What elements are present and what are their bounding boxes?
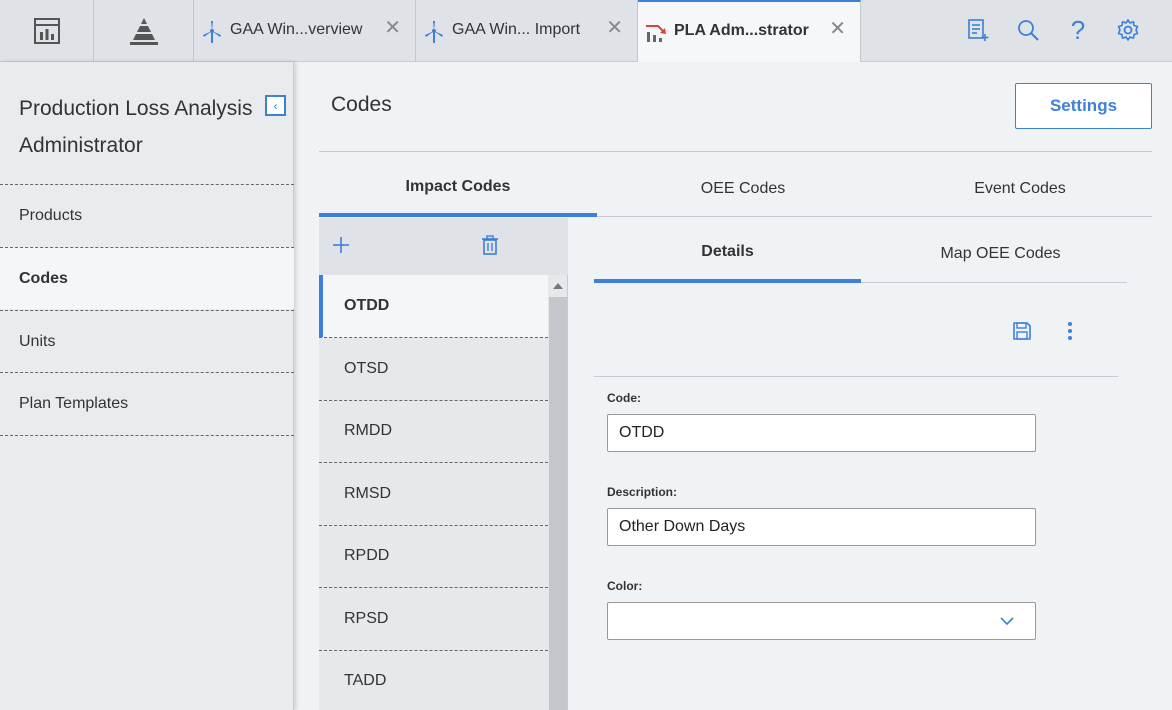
list-item[interactable]: RPDD <box>319 525 548 588</box>
tab-event-codes[interactable]: Event Codes <box>881 160 1159 217</box>
sidebar-item-label: Products <box>19 206 83 224</box>
tab-label: GAA Win...verview <box>230 21 363 38</box>
search-icon <box>1018 20 1039 41</box>
scrollbar-thumb[interactable] <box>549 297 567 710</box>
list-item[interactable]: OTSD <box>319 338 548 401</box>
list-item[interactable]: OTDD <box>319 275 548 338</box>
settings-button[interactable]: Settings <box>1015 83 1152 129</box>
chevron-left-icon: ‹ <box>273 98 278 113</box>
search-button[interactable] <box>1015 17 1041 43</box>
tab-details[interactable]: Details <box>594 225 861 283</box>
sidebar-title: Production Loss Analysis Administrator <box>19 97 253 157</box>
close-icon[interactable]: ✕ <box>829 19 846 39</box>
tab-label: GAA Win... Import <box>452 21 581 38</box>
sidebar-item-codes[interactable]: Codes <box>0 247 294 309</box>
sidebar-item-label: Codes <box>19 269 68 287</box>
tab-label: PLA Adm...strator <box>674 22 809 39</box>
settings-gear-button[interactable] <box>1115 17 1141 43</box>
list-item-label: TADD <box>344 672 387 689</box>
asset-hierarchy-button[interactable] <box>94 0 194 62</box>
production-loss-chart-icon <box>646 25 666 42</box>
checklist-add-icon <box>968 19 989 41</box>
list-item[interactable]: TADD <box>319 650 548 710</box>
list-item[interactable]: RMDD <box>319 400 548 463</box>
tab-impact-codes[interactable]: Impact Codes <box>319 160 597 217</box>
code-label: Code: <box>607 391 641 405</box>
help-icon: ? <box>1070 14 1086 45</box>
tab-map-oee-codes[interactable]: Map OEE Codes <box>867 225 1134 283</box>
list-item-label: OTSD <box>344 360 389 377</box>
sidebar: Production Loss Analysis Administrator ‹… <box>0 62 294 710</box>
details-tabs-underline <box>861 282 1127 283</box>
list-item-label: OTDD <box>344 297 390 314</box>
chevron-down-icon <box>1000 617 1014 626</box>
list-item-label: RMDD <box>344 422 392 439</box>
trash-icon[interactable] <box>481 235 499 255</box>
color-select[interactable] <box>607 602 1036 640</box>
help-button[interactable]: ? <box>1065 14 1091 45</box>
sidebar-divider <box>0 435 294 436</box>
settings-gear-icon <box>1117 19 1139 41</box>
description-value: Other Down Days <box>619 518 746 535</box>
page-title: Codes <box>331 93 392 116</box>
save-icon[interactable] <box>1012 321 1032 341</box>
description-field[interactable]: Other Down Days <box>607 508 1036 546</box>
tab-gaa-import[interactable]: GAA Win... Import ✕ <box>416 0 638 62</box>
dashboard-button[interactable] <box>0 0 94 62</box>
list-toolbar <box>319 218 568 275</box>
sidebar-item-units[interactable]: Units <box>0 310 294 372</box>
sidebar-item-products[interactable]: Products <box>0 184 294 246</box>
pyramid-icon <box>129 18 158 45</box>
tab-oee-codes[interactable]: OEE Codes <box>604 160 882 217</box>
plus-icon[interactable] <box>332 236 350 254</box>
close-icon[interactable]: ✕ <box>606 18 623 38</box>
code-field[interactable]: OTDD <box>607 414 1036 452</box>
tabs-underline <box>597 216 1152 217</box>
list-item-label: RPDD <box>344 547 390 564</box>
list-item[interactable]: RPSD <box>319 588 548 651</box>
sidebar-item-plan-templates[interactable]: Plan Templates <box>0 372 294 434</box>
details-divider <box>594 376 1118 377</box>
description-label: Description: <box>607 485 678 499</box>
checklist-add-button[interactable] <box>965 17 991 43</box>
tab-pla-administrator[interactable]: PLA Adm...strator ✕ <box>638 0 861 62</box>
sidebar-item-label: Units <box>19 332 56 350</box>
dashboard-icon <box>33 18 60 44</box>
wind-turbine-icon <box>203 21 221 43</box>
header-divider <box>319 151 1152 152</box>
list-item-label: RMSD <box>344 485 392 502</box>
impact-codes-list: OTDD OTSD RMDD RMSD RPDD RPSD TADD <box>319 275 568 710</box>
wind-turbine-icon <box>425 21 443 43</box>
scroll-up-arrow-icon[interactable] <box>553 283 563 289</box>
more-options-icon[interactable] <box>1066 321 1074 341</box>
code-value: OTDD <box>619 424 665 441</box>
list-scrollbar[interactable] <box>548 275 567 710</box>
sidebar-item-label: Plan Templates <box>19 394 129 412</box>
color-label: Color: <box>607 579 643 593</box>
close-icon[interactable]: ✕ <box>384 18 401 38</box>
list-item[interactable]: RMSD <box>319 463 548 526</box>
tab-gaa-overview[interactable]: GAA Win...verview ✕ <box>194 0 416 62</box>
top-bar: GAA Win...verview ✕ GAA Win... Import ✕ … <box>0 0 1172 62</box>
list-item-label: RPSD <box>344 610 389 627</box>
collapse-sidebar-button[interactable]: ‹ <box>265 95 286 116</box>
